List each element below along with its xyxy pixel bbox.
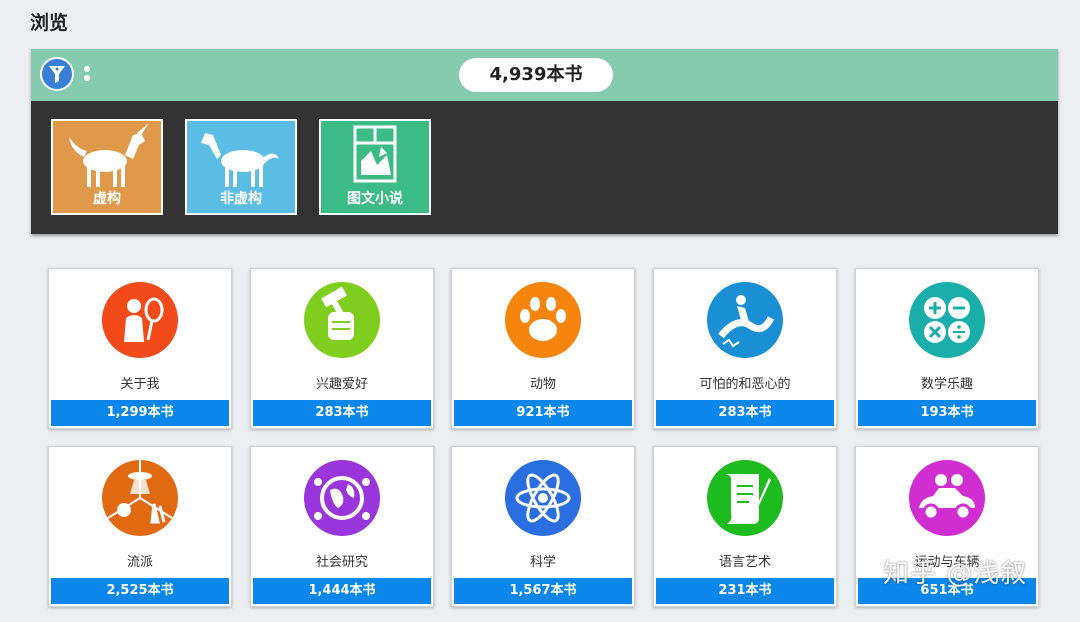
page-title: 浏览 (30, 12, 69, 34)
scroll-quill-icon (707, 460, 783, 536)
math-symbols-icon (909, 282, 985, 358)
watermark-text: 知乎 @浅叙 (883, 559, 1028, 589)
count-bar: 193本书 (858, 400, 1036, 426)
category-card[interactable]: 兴趣爱好 283本书 (250, 268, 434, 429)
category-card[interactable]: 关于我 1,299本书 (48, 268, 232, 429)
category-card[interactable]: 社会研究 1,444本书 (250, 446, 434, 607)
category-tile-graphic-novels[interactable]: 图文小说 (319, 119, 431, 215)
card-label: 语言艺术 (718, 555, 771, 570)
card-label: 关于我 (120, 377, 160, 392)
count-bar: 2,525本书 (51, 578, 229, 604)
race-car-icon (909, 460, 985, 536)
category-card[interactable]: 语言艺术 231本书 (653, 446, 837, 607)
browse-panel: 4,939本书 虚构 非虚构 图文小说 (31, 49, 1058, 234)
total-book-count: 4,939本书 (459, 58, 613, 92)
card-label: 兴趣爱好 (315, 377, 368, 392)
count-bar: 1,567本书 (454, 578, 632, 604)
count-bar: 921本书 (454, 400, 632, 426)
fist-hammer-icon (304, 282, 380, 358)
count-bar: 283本书 (253, 400, 431, 426)
card-label: 动物 (529, 377, 556, 392)
category-card[interactable]: 可怕的和恶心的 283本书 (653, 268, 837, 429)
filter-button[interactable] (40, 57, 74, 91)
genre-icon (102, 460, 178, 536)
count-bar: 1,444本书 (253, 578, 431, 604)
mirror-person-icon (102, 282, 178, 358)
count-bar: 283本书 (656, 400, 834, 426)
tile-label: 虚构 (93, 191, 121, 207)
more-options-button[interactable] (83, 66, 91, 86)
more-dot (84, 75, 90, 81)
panel-header: 4,939本书 (31, 49, 1058, 101)
card-label: 科学 (529, 555, 556, 570)
category-card[interactable]: 科学 1,567本书 (451, 446, 635, 607)
tile-label: 非虚构 (220, 191, 262, 207)
horse-icon (201, 133, 279, 187)
filter-icon (49, 66, 65, 83)
scary-slide-icon (707, 282, 783, 358)
category-card[interactable]: 数学乐趣 193本书 (855, 268, 1039, 429)
tile-label: 图文小说 (347, 191, 403, 207)
category-card[interactable]: 流派 2,525本书 (48, 446, 232, 607)
card-label: 流派 (126, 555, 153, 570)
globe-people-icon (304, 460, 380, 536)
count-bar: 231本书 (656, 578, 834, 604)
category-card[interactable]: 动物 921本书 (451, 268, 635, 429)
atom-icon (505, 460, 581, 536)
count-bar: 1,299本书 (51, 400, 229, 426)
category-tile-nonfiction[interactable]: 非虚构 (185, 119, 297, 215)
card-label: 社会研究 (315, 555, 368, 570)
unicorn-icon (69, 123, 149, 187)
more-vertical-icon (84, 66, 90, 72)
category-tile-fiction[interactable]: 虚构 (51, 119, 163, 215)
filter-caret (70, 92, 84, 100)
card-label: 数学乐趣 (920, 377, 973, 392)
comic-panel-icon (353, 125, 397, 183)
paw-icon (505, 282, 581, 358)
card-label: 可怕的和恶心的 (699, 377, 791, 392)
